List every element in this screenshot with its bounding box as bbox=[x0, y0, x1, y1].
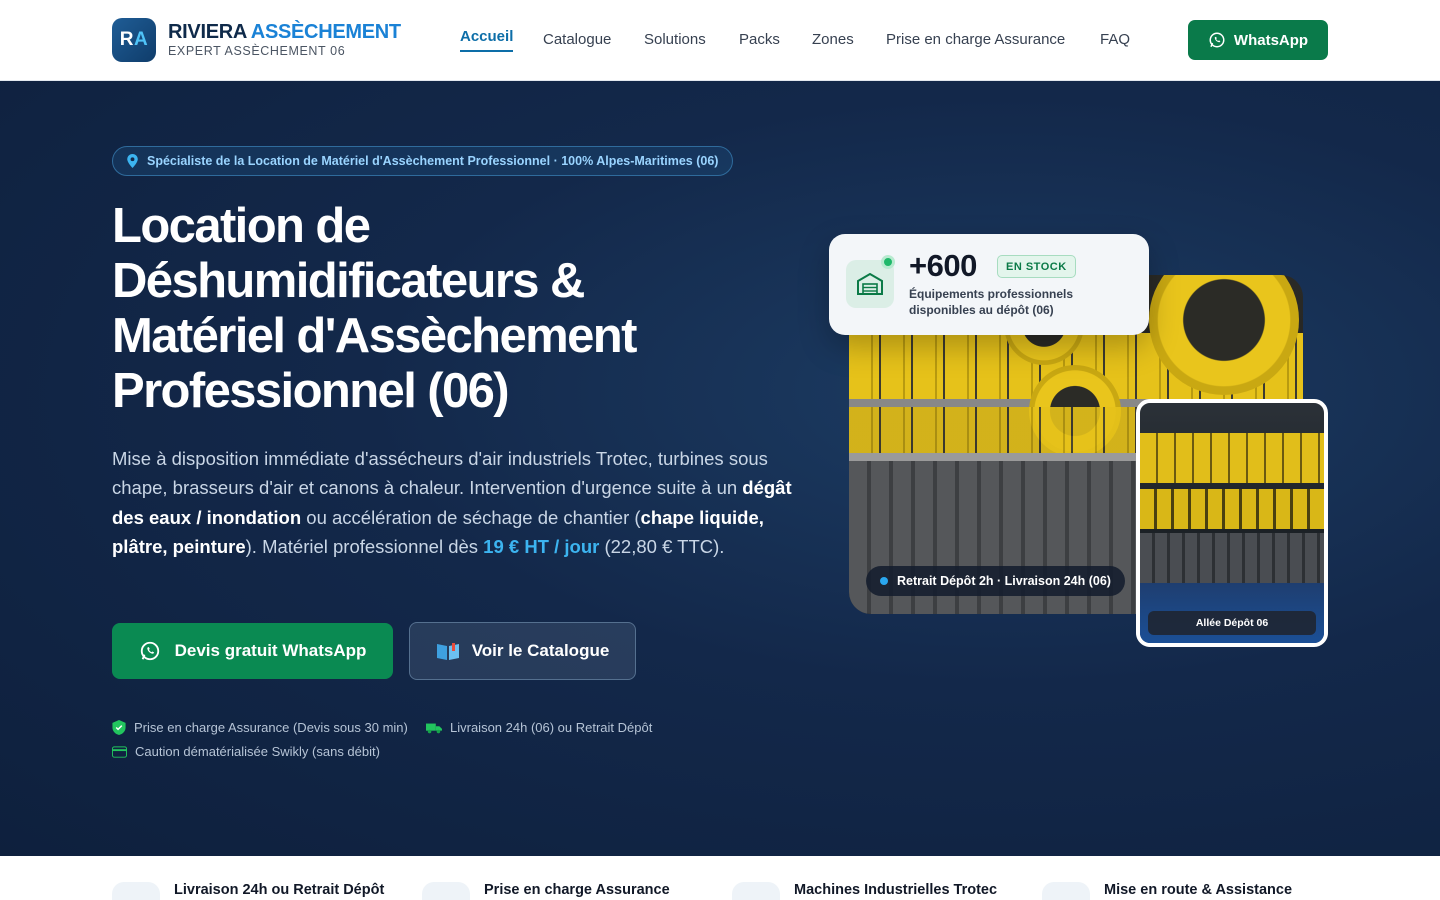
nav-packs[interactable]: Packs bbox=[739, 31, 780, 48]
hero-section: Spécialiste de la Location de Matériel d… bbox=[0, 81, 1440, 856]
map-pin-icon bbox=[127, 154, 138, 168]
catalogue-button[interactable]: Voir le Catalogue bbox=[409, 622, 636, 680]
strip-item-delivery: Livraison 24h ou Retrait Dépôt bbox=[174, 882, 385, 898]
depot-aisle-photo bbox=[1136, 399, 1328, 647]
specialist-pill: Spécialiste de la Location de Matériel d… bbox=[112, 146, 734, 176]
live-indicator bbox=[881, 255, 895, 269]
logo-subtitle: EXPERT ASSÈCHEMENT 06 bbox=[168, 44, 346, 59]
truck-icon bbox=[426, 723, 442, 733]
pickup-delivery-tag: Retrait Dépôt 2h · Livraison 24h (06) bbox=[866, 566, 1125, 596]
insurance-strip-icon bbox=[422, 882, 470, 900]
nav-accueil[interactable]: Accueil bbox=[460, 28, 514, 52]
nav-assurance[interactable]: Prise en charge Assurance bbox=[886, 31, 1065, 48]
nav-zones[interactable]: Zones bbox=[812, 31, 854, 48]
logo-mark: RA bbox=[112, 18, 156, 62]
in-stock-badge: EN STOCK bbox=[997, 255, 1076, 278]
whatsapp-icon bbox=[140, 641, 159, 661]
whatsapp-header-button[interactable]: WhatsApp bbox=[1188, 20, 1328, 60]
stock-description: Équipements professionnels disponibles a… bbox=[909, 287, 1074, 317]
nav-faq[interactable]: FAQ bbox=[1100, 31, 1130, 48]
depot-aisle-tag: Allée Dépôt 06 bbox=[1148, 611, 1316, 635]
book-icon bbox=[436, 643, 459, 660]
strip-item-assistance: Mise en route & Assistance bbox=[1104, 882, 1293, 898]
whatsapp-quote-button[interactable]: Devis gratuit WhatsApp bbox=[112, 623, 393, 679]
logo[interactable]: RA RIVIERA ASSÈCHEMENT EXPERT ASSÈCHEMEN… bbox=[112, 18, 401, 62]
logo-title: RIVIERA ASSÈCHEMENT bbox=[168, 21, 401, 44]
feature-deposit: Caution dématérialisée Swikly (sans débi… bbox=[112, 744, 380, 759]
features-strip: Livraison 24h ou Retrait Dépôt Prise en … bbox=[0, 856, 1440, 900]
shield-check-icon bbox=[112, 720, 126, 735]
assistance-strip-icon bbox=[1042, 882, 1090, 900]
feature-insurance: Prise en charge Assurance (Devis sous 30… bbox=[112, 720, 408, 735]
nav-solutions[interactable]: Solutions bbox=[644, 31, 706, 48]
machines-strip-icon bbox=[732, 882, 780, 900]
site-header: RA RIVIERA ASSÈCHEMENT EXPERT ASSÈCHEMEN… bbox=[0, 0, 1440, 81]
delivery-strip-icon bbox=[112, 882, 160, 900]
stock-count: +600 bbox=[909, 248, 977, 283]
strip-item-machines: Machines Industrielles Trotec bbox=[794, 882, 998, 898]
strip-item-insurance: Prise en charge Assurance bbox=[484, 882, 670, 898]
stock-card: +600 EN STOCK Équipements professionnels… bbox=[829, 234, 1149, 335]
feature-delivery: Livraison 24h (06) ou Retrait Dépôt bbox=[426, 720, 652, 735]
hero-title: Location de Déshumidificateurs & Matérie… bbox=[112, 199, 637, 418]
hero-description: Mise à disposition immédiate d'assécheur… bbox=[112, 448, 792, 557]
nav-catalogue[interactable]: Catalogue bbox=[543, 31, 611, 48]
whatsapp-icon bbox=[1209, 32, 1225, 48]
credit-card-icon bbox=[112, 745, 127, 758]
